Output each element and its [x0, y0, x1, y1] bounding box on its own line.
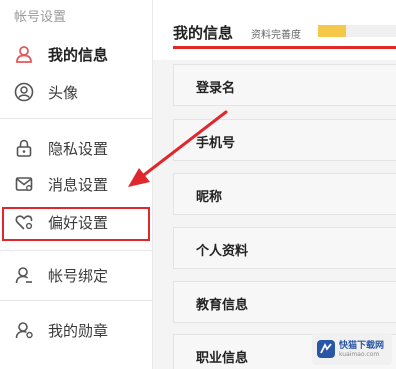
- completeness-progress: [318, 25, 396, 37]
- watermark-sub: kuaimao.com: [339, 351, 380, 358]
- info-row-login-name[interactable]: 登录名: [173, 64, 396, 106]
- row-label: 手机号: [196, 136, 236, 151]
- sidebar-item-account-binding[interactable]: 帐号绑定: [0, 257, 152, 293]
- sidebar-item-my-info[interactable]: 我的信息: [0, 36, 152, 72]
- section-title: 帐号设置: [14, 10, 67, 25]
- sidebar-item-label: 我的信息: [48, 46, 109, 64]
- page-title: 我的信息: [173, 24, 234, 42]
- highlight-box: [2, 207, 150, 241]
- sidebar-item-medals[interactable]: 我的勋章: [0, 312, 152, 348]
- sidebar-item-messages[interactable]: 消息设置: [0, 166, 152, 202]
- sidebar-item-label: 隐私设置: [48, 140, 109, 158]
- row-label: 教育信息: [196, 298, 249, 313]
- medal-user-icon: [14, 320, 34, 340]
- info-row-profile[interactable]: 个人资料: [173, 227, 396, 269]
- sidebar-divider: [0, 250, 152, 251]
- lock-icon: [14, 138, 34, 158]
- info-row-education[interactable]: 教育信息: [173, 281, 396, 323]
- info-row-phone[interactable]: 手机号: [173, 119, 396, 161]
- header-accent-line: [173, 46, 396, 49]
- sidebar-divider: [0, 300, 152, 301]
- sidebar: 帐号设置 我的信息 头像 隐私设置 消息设置 偏好设置 帐号绑定 我的勋章: [0, 0, 152, 369]
- info-row-nickname[interactable]: 昵称: [173, 173, 396, 215]
- completeness-progress-fill: [318, 25, 346, 37]
- sidebar-item-avatar[interactable]: 头像: [0, 74, 152, 110]
- watermark-text: 快猫下载网: [339, 341, 385, 351]
- main-header: 我的信息 资料完善度: [153, 0, 396, 60]
- row-label: 职业信息: [196, 351, 249, 366]
- avatar-icon: [14, 82, 34, 102]
- watermark-logo-icon: [317, 340, 335, 358]
- main-panel: 我的信息 资料完善度 登录名 手机号 昵称 个人资料 教育信息 职业信息: [152, 0, 396, 369]
- message-icon: [14, 174, 34, 194]
- user-link-icon: [14, 265, 34, 285]
- sidebar-item-label: 头像: [48, 84, 79, 102]
- row-label: 昵称: [196, 190, 223, 205]
- completeness-label: 资料完善度: [251, 30, 301, 41]
- row-label: 登录名: [196, 81, 236, 96]
- watermark: 快猫下载网 kuaimao.com: [312, 333, 392, 365]
- sidebar-item-privacy[interactable]: 隐私设置: [0, 130, 152, 166]
- user-icon: [14, 44, 34, 64]
- sidebar-item-label: 我的勋章: [48, 322, 109, 340]
- sidebar-item-label: 消息设置: [48, 176, 109, 194]
- sidebar-item-label: 帐号绑定: [48, 267, 109, 285]
- sidebar-divider: [0, 118, 152, 119]
- row-label: 个人资料: [196, 244, 249, 259]
